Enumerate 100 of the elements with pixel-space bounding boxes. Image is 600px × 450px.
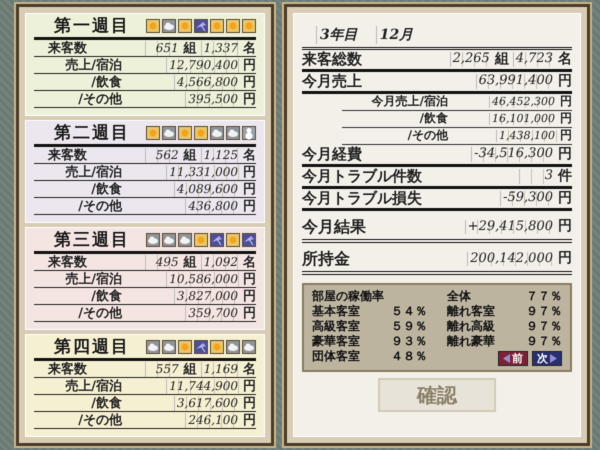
unit-label: 円 (243, 306, 256, 320)
rate-value: ９３％ (391, 333, 427, 350)
value-field: 4,723 (512, 52, 555, 67)
rate-value: ９７％ (526, 303, 562, 320)
sun-icon (194, 232, 208, 246)
cloud-icon (226, 340, 240, 354)
previous-button[interactable]: 前 (498, 351, 528, 366)
room-label: 離れ高級 (447, 318, 495, 334)
row-label: 来客数 (46, 40, 88, 56)
value-field: 63,991,400 (476, 74, 555, 89)
row-label: 今月経費 (302, 146, 363, 163)
unit-label: 円 (560, 112, 572, 126)
unit-label: 円 (243, 396, 256, 410)
value-field: 246,100 (185, 412, 240, 428)
value-field: 1,169 (200, 362, 240, 376)
value-field: 495 (144, 254, 181, 270)
left-arrow-icon (503, 354, 510, 363)
row-label: 来客数 (46, 362, 88, 376)
unit-label: 円 (558, 146, 572, 162)
unit-label: 円 (243, 164, 256, 180)
value-field: 1,438,100 (496, 130, 557, 142)
row-label: /その他 (406, 129, 449, 143)
snowman-icon (242, 126, 256, 140)
value-field: 16,101,000 (489, 112, 557, 126)
value-field: -59,300 (500, 191, 555, 206)
rate-value: ５４％ (391, 303, 427, 320)
value-field: 12,790,400 (166, 58, 240, 72)
value-field: 4,089,600 (174, 182, 240, 196)
unit-label: 円 (560, 129, 572, 143)
row-label: /その他 (77, 92, 124, 106)
room-label: 離れ客室 (447, 303, 495, 320)
sun-icon (178, 126, 192, 140)
unit-label: 組 (494, 52, 509, 68)
room-label: 高級客室 (312, 318, 360, 334)
row-label: /飲食 (90, 288, 123, 304)
sun-icon (194, 126, 208, 140)
value-field: 359,700 (185, 306, 240, 320)
room-label: 離れ豪華 (447, 333, 495, 350)
sun-icon (226, 18, 240, 32)
row-label: 来客数 (46, 148, 88, 162)
cloud-icon (146, 232, 160, 246)
row-label: 来客総数 (302, 51, 363, 68)
unit-label: 円 (243, 92, 256, 106)
room-label: 全体 (447, 288, 471, 304)
value-field: 557 (144, 362, 181, 376)
umbrella-icon (194, 340, 208, 354)
value-field: 11,331,000 (166, 164, 240, 180)
room-label: 団体客室 (312, 348, 360, 365)
row-label: 今月トラブル損失 (302, 190, 423, 207)
row-label: 今月トラブル件数 (302, 168, 423, 185)
value-field: 1,092 (200, 254, 240, 270)
right-arrow-icon (550, 354, 557, 363)
value-field: 3,617,600 (174, 396, 240, 410)
sun-icon (210, 18, 224, 32)
rate-value: ４８％ (391, 348, 427, 365)
unit-label: 円 (558, 74, 572, 90)
unit-label: 名 (558, 52, 572, 68)
unit-label: 名 (243, 148, 256, 162)
next-button[interactable]: 次 (532, 351, 562, 366)
cloud-icon (162, 340, 176, 354)
sun-icon (210, 340, 224, 354)
rate-value: ９７％ (526, 333, 562, 350)
row-label: 今月売上/宿泊 (370, 95, 449, 109)
unit-label: 組 (184, 40, 197, 56)
row-label: /飲食 (418, 112, 449, 126)
umbrella-icon (194, 18, 208, 32)
row-label: 売上/宿泊 (64, 378, 123, 394)
row-label: 売上/宿泊 (64, 58, 123, 72)
value-field: 1,337 (200, 40, 240, 56)
room-label: 基本客室 (312, 303, 360, 320)
row-label: 売上/宿泊 (64, 272, 123, 286)
unit-label: 円 (558, 190, 572, 206)
row-label: 所持金 (302, 250, 351, 268)
occupancy-title: 部屋の稼働率 (312, 288, 384, 304)
row-label: /その他 (77, 306, 124, 320)
value-field: 395,500 (185, 92, 240, 106)
unit-label: 円 (243, 272, 256, 286)
cloud-icon (242, 340, 256, 354)
cloud-icon (162, 232, 176, 246)
row-label: /飲食 (90, 182, 123, 196)
unit-label: 円 (243, 58, 256, 72)
value-field: 2,265 (450, 52, 492, 67)
sun-icon (242, 18, 256, 32)
value-field: 11,744,900 (166, 378, 240, 394)
cloud-icon (178, 232, 192, 246)
year-label: 3年目 (316, 26, 358, 44)
row-label: 売上/宿泊 (64, 164, 123, 180)
row-label: /その他 (77, 198, 124, 214)
row-label: /その他 (77, 412, 124, 428)
value-field: +29,415,800 (464, 220, 555, 234)
value-field: 200,142,000 (467, 252, 555, 266)
unit-label: 円 (243, 288, 256, 304)
value-field: 1,125 (200, 148, 240, 162)
cloud-icon (162, 18, 176, 32)
unit-label: 円 (243, 378, 256, 394)
umbrella-icon (242, 232, 256, 246)
row-label: /飲食 (90, 74, 123, 90)
sun-icon (178, 18, 192, 32)
unit-label: 組 (184, 362, 197, 376)
week-title: 第三週目 (54, 230, 130, 250)
